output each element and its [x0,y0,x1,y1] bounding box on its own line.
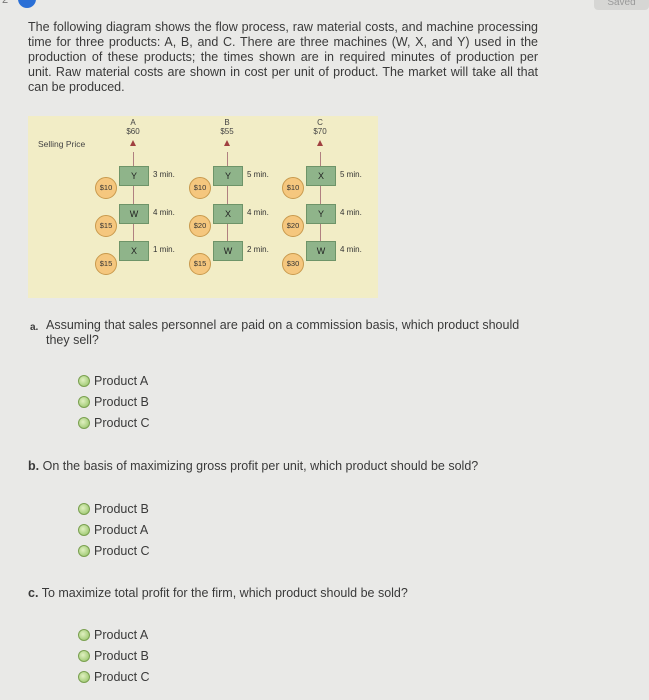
radio-button[interactable] [78,545,90,557]
option-label: Product C [94,416,150,430]
question-number: 2 [2,0,9,6]
question-b-marker: b. [28,459,40,473]
machine-time: 5 min. [247,170,269,179]
option-c-1[interactable]: Product A [78,628,148,642]
radio-button[interactable] [78,396,90,408]
product-price: $55 [220,127,234,136]
machine-time: 2 min. [247,245,269,254]
option-b-2[interactable]: Product A [78,523,148,537]
option-a-1[interactable]: Product A [78,374,148,388]
machine-box: Y [306,204,336,224]
machine-box: X [213,204,243,224]
option-label: Product A [94,523,149,537]
option-label: Product B [94,502,149,516]
option-label: Product A [94,374,149,388]
radio-button[interactable] [78,417,90,429]
machine-box: Y [213,166,243,186]
option-a-2[interactable]: Product B [78,395,149,409]
question-b-text: On the basis of maximizing gross profit … [42,459,479,473]
radio-button[interactable] [78,524,90,536]
option-c-3[interactable]: Product C [78,670,150,684]
machine-box: Y [119,166,149,186]
machine-box: W [213,241,243,261]
machine-time: 4 min. [340,245,362,254]
question-a-text: Assuming that sales personnel are paid o… [46,318,520,347]
selling-price-label: Selling Price [38,139,86,149]
radio-button[interactable] [78,671,90,683]
option-label: Product B [94,649,149,663]
question-c-text: To maximize total profit for the firm, w… [41,586,408,600]
material-cost: $10 [95,177,117,199]
material-cost: $20 [282,215,304,237]
material-cost: $10 [282,177,304,199]
material-cost: $15 [95,253,117,275]
material-cost: $15 [189,253,211,275]
saved-button[interactable]: Saved [594,0,649,10]
info-icon[interactable] [18,0,36,8]
machine-time: 4 min. [153,208,175,217]
machine-box: X [306,166,336,186]
product-price: $60 [126,127,140,136]
arrow-up-icon [317,140,323,146]
machine-time: 3 min. [153,170,175,179]
product-name: A [130,118,136,127]
machine-box: W [306,241,336,261]
intro-text: The following diagram shows the flow pro… [28,20,538,94]
material-cost: $20 [189,215,211,237]
question-c: c. To maximize total profit for the firm… [28,586,548,601]
product-name: B [224,118,230,127]
machine-time: 4 min. [247,208,269,217]
option-b-1[interactable]: Product B [78,502,149,516]
flow-diagram: Selling Price A $60 Y 3 min. W 4 min. X 1 min. $… [28,116,378,298]
question-b: b. On the basis of maximizing gross prof… [28,459,548,474]
product-price: $70 [313,127,327,136]
machine-time: 1 min. [153,245,175,254]
question-c-marker: c. [28,586,39,600]
option-label: Product B [94,395,149,409]
radio-button[interactable] [78,629,90,641]
machine-box: X [119,241,149,261]
material-cost: $15 [95,215,117,237]
machine-time: 4 min. [340,208,362,217]
question-a-marker: a. [30,322,39,333]
material-cost: $30 [282,253,304,275]
radio-button[interactable] [78,650,90,662]
arrow-up-icon [224,140,230,146]
option-label: Product C [94,544,150,558]
machine-time: 5 min. [340,170,362,179]
material-cost: $10 [189,177,211,199]
option-c-2[interactable]: Product B [78,649,149,663]
option-b-3[interactable]: Product C [78,544,150,558]
radio-button[interactable] [78,503,90,515]
arrow-up-icon [130,140,136,146]
option-a-3[interactable]: Product C [78,416,150,430]
product-name: C [317,118,323,127]
machine-box: W [119,204,149,224]
radio-button[interactable] [78,375,90,387]
option-label: Product C [94,670,150,684]
option-label: Product A [94,628,149,642]
